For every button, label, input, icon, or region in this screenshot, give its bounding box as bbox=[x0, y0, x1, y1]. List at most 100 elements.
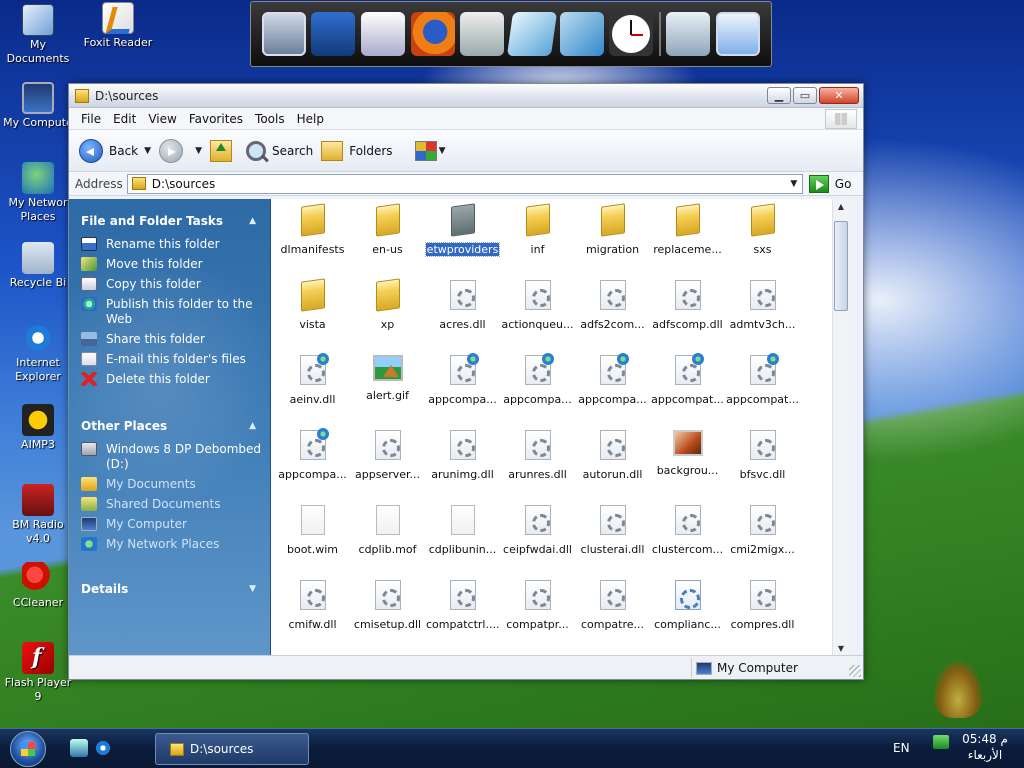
file-folder-tasks-header[interactable]: File and Folder Tasks ▲ bbox=[69, 211, 270, 231]
menu-file[interactable]: File bbox=[75, 112, 107, 126]
desktop-icon-flash-player[interactable]: Flash Player 9 bbox=[0, 642, 76, 704]
internet-explorer-icon[interactable] bbox=[94, 739, 112, 757]
file-item[interactable]: adfs2com... bbox=[575, 274, 650, 349]
file-item[interactable]: compatre... bbox=[575, 574, 650, 649]
start-button[interactable] bbox=[10, 731, 46, 767]
desktop-icon-my-computer[interactable]: My Compute bbox=[0, 82, 76, 130]
title-bar[interactable]: D:\sources ▁ ▭ ✕ bbox=[69, 84, 863, 108]
file-item[interactable]: actionqueu... bbox=[500, 274, 575, 349]
collapse-chevron-icon[interactable]: ▲ bbox=[249, 421, 256, 431]
show-desktop-icon[interactable] bbox=[70, 739, 88, 757]
task-share-folder[interactable]: Share this folder bbox=[81, 332, 270, 347]
file-item[interactable]: clustercom... bbox=[650, 499, 725, 574]
file-item[interactable]: boot.wim bbox=[275, 499, 350, 574]
place-my-computer[interactable]: My Computer bbox=[81, 517, 270, 532]
file-item[interactable]: cmi2migx... bbox=[725, 499, 800, 574]
file-item[interactable]: xp bbox=[350, 274, 425, 349]
file-item[interactable]: migration bbox=[575, 199, 650, 274]
dock-network-icon[interactable] bbox=[311, 12, 356, 56]
place-my-documents[interactable]: My Documents bbox=[81, 477, 270, 492]
file-item[interactable]: appcompat... bbox=[650, 349, 725, 424]
task-delete-folder[interactable]: Delete this folder bbox=[81, 372, 270, 387]
file-item[interactable]: cdplib.mof bbox=[350, 499, 425, 574]
task-copy-folder[interactable]: Copy this folder bbox=[81, 277, 270, 292]
scroll-thumb[interactable] bbox=[834, 221, 848, 311]
menu-tools[interactable]: Tools bbox=[249, 112, 291, 126]
dock-calculator-icon[interactable] bbox=[460, 12, 505, 56]
forward-dropdown-icon[interactable]: ▼ bbox=[195, 146, 202, 156]
network-tray-icon[interactable] bbox=[933, 735, 949, 749]
dock-clock-icon[interactable] bbox=[609, 12, 654, 56]
resize-grip-icon[interactable] bbox=[849, 665, 861, 677]
file-item[interactable]: acres.dll bbox=[425, 274, 500, 349]
back-dropdown-icon[interactable]: ▼ bbox=[144, 146, 151, 156]
file-item[interactable]: arunimg.dll bbox=[425, 424, 500, 499]
desktop-icon-aimp3[interactable]: AIMP3 bbox=[0, 404, 76, 452]
file-item[interactable]: appcompa... bbox=[500, 349, 575, 424]
dock-notepad-icon[interactable] bbox=[506, 12, 558, 56]
desktop-icon-my-documents[interactable]: My Documents bbox=[0, 4, 76, 66]
desktop-icon-network-places[interactable]: My Networ Places bbox=[0, 162, 76, 224]
file-item[interactable]: en-us bbox=[350, 199, 425, 274]
scroll-up-icon[interactable]: ▲ bbox=[833, 199, 849, 215]
desktop-icon-bm-radio[interactable]: BM Radio v4.0 bbox=[0, 484, 76, 546]
details-header[interactable]: Details ▼ bbox=[69, 579, 270, 599]
forward-button[interactable]: ▼ bbox=[159, 138, 202, 163]
dock-recycle-bin-icon[interactable] bbox=[666, 12, 711, 56]
dock-my-computer-icon[interactable] bbox=[261, 12, 306, 56]
maximize-button[interactable]: ▭ bbox=[793, 87, 817, 104]
file-item[interactable]: clusterai.dll bbox=[575, 499, 650, 574]
file-item[interactable]: compatpr... bbox=[500, 574, 575, 649]
dock-firefox-icon[interactable] bbox=[410, 12, 455, 56]
file-item[interactable]: admtv3ch... bbox=[725, 274, 800, 349]
views-button[interactable]: ▼ bbox=[401, 140, 445, 161]
file-item[interactable]: appcompat... bbox=[725, 349, 800, 424]
menu-favorites[interactable]: Favorites bbox=[183, 112, 249, 126]
menu-edit[interactable]: Edit bbox=[107, 112, 142, 126]
file-item[interactable]: cdplibunin... bbox=[425, 499, 500, 574]
file-item[interactable]: arunres.dll bbox=[500, 424, 575, 499]
file-item[interactable]: adfscomp.dll bbox=[650, 274, 725, 349]
task-rename-folder[interactable]: Rename this folder bbox=[81, 237, 270, 252]
collapse-chevron-icon[interactable]: ▲ bbox=[249, 216, 256, 226]
file-item[interactable]: compres.dll bbox=[725, 574, 800, 649]
file-item[interactable]: autorun.dll bbox=[575, 424, 650, 499]
file-item[interactable]: dlmanifests bbox=[275, 199, 350, 274]
file-item[interactable]: backgrou... bbox=[650, 424, 725, 499]
system-clock[interactable]: 05:48 م الأربعاء bbox=[952, 731, 1018, 763]
address-input[interactable]: D:\sources ▼ bbox=[126, 173, 803, 194]
file-item[interactable]: compatctrl.... bbox=[425, 574, 500, 649]
task-publish-web[interactable]: Publish this folder to the Web bbox=[81, 297, 270, 327]
other-places-header[interactable]: Other Places ▲ bbox=[69, 416, 270, 436]
file-item[interactable]: cmisetup.dll bbox=[350, 574, 425, 649]
vertical-scrollbar[interactable]: ▲ ▼ bbox=[832, 199, 849, 657]
file-item[interactable]: cmifw.dll bbox=[275, 574, 350, 649]
dock-control-panel-icon[interactable] bbox=[559, 12, 604, 56]
place-drive-d[interactable]: Windows 8 DP Debombed (D:) bbox=[81, 442, 270, 472]
file-item[interactable]: etwproviders bbox=[424, 199, 501, 274]
file-item[interactable]: vista bbox=[275, 274, 350, 349]
file-item[interactable]: appserver... bbox=[350, 424, 425, 499]
place-shared-documents[interactable]: Shared Documents bbox=[81, 497, 270, 512]
folders-button[interactable]: Folders bbox=[321, 140, 393, 161]
menu-help[interactable]: Help bbox=[291, 112, 330, 126]
file-item[interactable]: inf bbox=[500, 199, 575, 274]
minimize-button[interactable]: ▁ bbox=[767, 87, 791, 104]
file-item[interactable]: aeinv.dll bbox=[275, 349, 350, 424]
place-network-places[interactable]: My Network Places bbox=[81, 537, 270, 552]
task-move-folder[interactable]: Move this folder bbox=[81, 257, 270, 272]
file-item[interactable]: appcompa... bbox=[575, 349, 650, 424]
file-item[interactable]: sxs bbox=[725, 199, 800, 274]
back-button[interactable]: Back ▼ bbox=[79, 138, 151, 163]
file-item[interactable]: alert.gif bbox=[350, 349, 425, 424]
dock-documents-icon[interactable] bbox=[361, 12, 406, 56]
taskbar-window-button[interactable]: D:\sources bbox=[155, 733, 309, 765]
file-item[interactable]: complianc... bbox=[650, 574, 725, 649]
file-item[interactable]: appcompa... bbox=[425, 349, 500, 424]
desktop-icon-internet-explorer[interactable]: Internet Explorer bbox=[0, 322, 76, 384]
address-dropdown-icon[interactable]: ▼ bbox=[786, 175, 802, 193]
expand-chevron-icon[interactable]: ▼ bbox=[249, 584, 256, 594]
desktop-icon-recycle-bin[interactable]: Recycle Bi bbox=[0, 242, 76, 290]
up-button[interactable] bbox=[209, 139, 238, 162]
dock-show-desktop-icon[interactable] bbox=[716, 12, 761, 56]
